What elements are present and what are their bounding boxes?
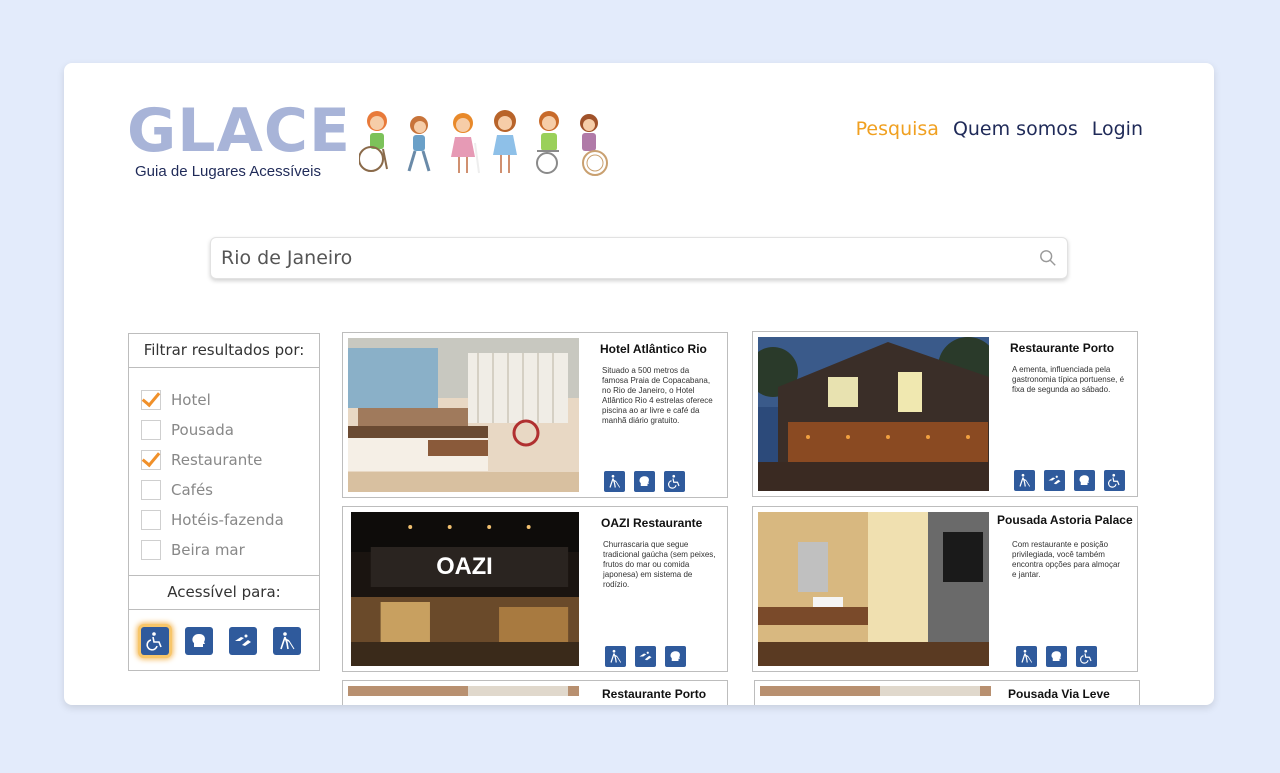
blind-icon xyxy=(1016,646,1037,667)
filter-title: Filtrar resultados por: xyxy=(129,334,319,368)
sign-language-icon[interactable] xyxy=(229,627,257,655)
hotel-room-photo xyxy=(760,686,991,696)
search-icon[interactable] xyxy=(1039,249,1057,267)
filter-option-restaurante[interactable]: Restaurante xyxy=(129,445,319,475)
hotel-room-photo xyxy=(348,338,579,492)
filter-panel: Filtrar resultados por: Hotel Pousada Re… xyxy=(128,333,320,671)
filter-option-label: Pousada xyxy=(171,421,234,439)
photo-sign-text: OAZI xyxy=(436,553,493,580)
main-card: GLACE Guia de Lugares Acessíveis Pesquis… xyxy=(64,63,1214,705)
result-card[interactable]: OAZI OAZI Restaurante Churrascaria que s… xyxy=(342,506,728,672)
search-bar[interactable]: Rio de Janeiro xyxy=(210,237,1068,279)
cognitive-icon xyxy=(634,471,655,492)
result-name[interactable]: Restaurante Porto xyxy=(1010,341,1114,355)
wheelchair-icon[interactable] xyxy=(141,627,169,655)
logo-title[interactable]: GLACE xyxy=(127,99,351,163)
result-name[interactable]: Restaurante Porto xyxy=(602,687,706,701)
filter-option-hoteis-fazenda[interactable]: Hotéis-fazenda xyxy=(129,505,319,535)
result-accessibility-icons xyxy=(605,646,686,667)
result-description: Churrascaria que segue tradicional gaúch… xyxy=(603,540,716,589)
blind-icon[interactable] xyxy=(273,627,301,655)
people-illustration xyxy=(359,110,608,176)
cognitive-icon xyxy=(1046,646,1067,667)
bathroom-photo xyxy=(758,512,989,666)
checkbox-restaurante[interactable] xyxy=(141,450,161,470)
result-description: Situado a 500 metros da famosa Praia de … xyxy=(602,366,713,425)
result-description: Com restaurante e posição privilegiada, … xyxy=(1012,540,1121,579)
wheelchair-icon xyxy=(664,471,685,492)
result-name[interactable]: Pousada Astoria Palace xyxy=(997,513,1133,527)
result-name[interactable]: Pousada Via Leve xyxy=(1008,687,1110,701)
nav-quem-somos[interactable]: Quem somos xyxy=(953,118,1078,140)
wheelchair-icon xyxy=(1104,470,1125,491)
filter-option-label: Hotéis-fazenda xyxy=(171,511,284,529)
checkbox-hoteis-fazenda[interactable] xyxy=(141,510,161,530)
cognitive-icon xyxy=(1074,470,1095,491)
checkbox-beira-mar[interactable] xyxy=(141,540,161,560)
filter-option-label: Cafés xyxy=(171,481,213,499)
accessible-title: Acessível para: xyxy=(129,576,319,610)
nav-login[interactable]: Login xyxy=(1092,118,1143,140)
filter-options: Hotel Pousada Restaurante Cafés Hotéis-f… xyxy=(129,368,319,576)
blind-icon xyxy=(1014,470,1035,491)
result-accessibility-icons xyxy=(604,471,685,492)
cognitive-icon[interactable] xyxy=(185,627,213,655)
restaurant-interior-photo: OAZI xyxy=(351,512,579,666)
sign-language-icon xyxy=(635,646,656,667)
hotel-room-photo xyxy=(348,686,579,696)
filter-option-label: Restaurante xyxy=(171,451,263,469)
logo-subtitle: Guia de Lugares Acessíveis xyxy=(135,163,321,180)
nav-pesquisa[interactable]: Pesquisa xyxy=(856,118,939,140)
result-card[interactable]: Pousada Via Leve xyxy=(754,680,1140,705)
result-name[interactable]: OAZI Restaurante xyxy=(601,516,702,530)
result-accessibility-icons xyxy=(1016,646,1097,667)
filter-option-hotel[interactable]: Hotel xyxy=(129,385,319,415)
result-card[interactable]: Restaurante Porto xyxy=(342,680,728,705)
result-accessibility-icons xyxy=(1014,470,1125,491)
filter-option-cafes[interactable]: Cafés xyxy=(129,475,319,505)
top-nav: Pesquisa Quem somos Login xyxy=(856,118,1143,140)
search-input[interactable]: Rio de Janeiro xyxy=(221,247,352,269)
cognitive-icon xyxy=(665,646,686,667)
checkbox-pousada[interactable] xyxy=(141,420,161,440)
blind-icon xyxy=(605,646,626,667)
filter-option-beira-mar[interactable]: Beira mar xyxy=(129,535,319,565)
sign-language-icon xyxy=(1044,470,1065,491)
accessible-icons xyxy=(129,610,319,655)
filter-option-pousada[interactable]: Pousada xyxy=(129,415,319,445)
result-description: A ementa, influenciada pela gastronomia … xyxy=(1012,365,1125,394)
result-name[interactable]: Hotel Atlântico Rio xyxy=(600,342,707,356)
result-card[interactable]: Restaurante Porto A ementa, influenciada… xyxy=(752,331,1138,497)
blind-icon xyxy=(604,471,625,492)
result-card[interactable]: Pousada Astoria Palace Com restaurante e… xyxy=(752,506,1138,672)
checkbox-cafes[interactable] xyxy=(141,480,161,500)
result-card[interactable]: Hotel Atlântico Rio Situado a 500 metros… xyxy=(342,332,728,498)
checkbox-hotel[interactable] xyxy=(141,390,161,410)
filter-option-label: Beira mar xyxy=(171,541,245,559)
filter-option-label: Hotel xyxy=(171,391,211,409)
restaurant-exterior-photo xyxy=(758,337,989,491)
wheelchair-icon xyxy=(1076,646,1097,667)
